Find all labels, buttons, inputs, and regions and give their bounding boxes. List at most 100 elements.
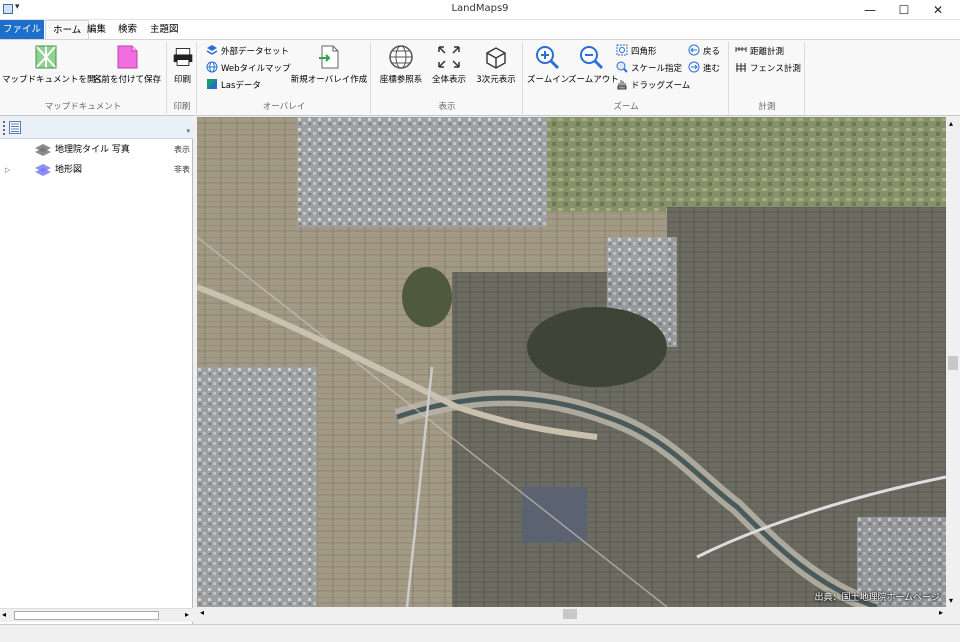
scroll-thumb[interactable] xyxy=(563,609,577,619)
aerial-photo xyxy=(197,117,946,607)
layer-name: 地形図 xyxy=(55,165,83,175)
tab-thematic[interactable]: 主題図 xyxy=(143,20,186,39)
coordinate-reference-button[interactable]: 座標参照系 xyxy=(375,44,427,85)
scale-zoom-label: スケール指定 xyxy=(631,64,683,74)
layer-stack-icon xyxy=(35,164,51,176)
distance-measure-label: 距離計測 xyxy=(750,47,785,57)
window-title: LandMaps9 xyxy=(451,3,509,14)
tab-edit[interactable]: 編集 xyxy=(80,20,113,39)
las-data-button[interactable]: Lasデータ xyxy=(206,78,261,93)
minimize-button[interactable]: — xyxy=(853,0,887,20)
save-as-label: 名前を付けて保存 xyxy=(92,75,161,85)
ribbon: マップドキュメントを開く 名前を付けて保存 マップドキュメント 印刷 印刷 外部… xyxy=(0,39,960,116)
map-horizontal-scrollbar[interactable]: ◂ ▸ xyxy=(197,607,946,621)
back-arrow-icon xyxy=(688,44,700,56)
expand-chevron-icon[interactable]: ▷ xyxy=(5,161,10,179)
close-button[interactable]: ✕ xyxy=(921,0,955,20)
layer-panel-toolbar: ▾ xyxy=(0,117,193,139)
scroll-up-icon[interactable]: ▴ xyxy=(949,119,953,128)
group-overlay: 外部データセット Webタイルマップ Lasデータ 新規オーバレイ作成 オーバレ… xyxy=(198,42,371,114)
rectangle-zoom-button[interactable]: 四角形 xyxy=(616,44,657,59)
ruler-icon xyxy=(735,47,747,52)
scale-zoom-icon xyxy=(616,61,628,73)
group-map-document: マップドキュメントを開く 名前を付けて保存 マップドキュメント xyxy=(0,42,167,114)
layer-name: 地理院タイル 写真 xyxy=(55,145,130,155)
las-data-icon xyxy=(207,79,217,89)
group-display: 座標参照系 全体表示 3次元表示 表示 xyxy=(372,42,523,114)
map-canvas[interactable]: 出典：国土地理院ホームページ xyxy=(197,117,946,607)
forward-button[interactable]: 進む xyxy=(688,61,720,76)
scroll-left-icon[interactable]: ◂ xyxy=(2,610,6,619)
save-as-icon xyxy=(117,45,138,69)
scroll-thumb[interactable] xyxy=(14,611,159,620)
layer-visibility[interactable]: 表示 xyxy=(174,141,190,159)
group-measure: 距離計測 フェンス計測 計測 xyxy=(730,42,805,114)
title-bar: ▾ LandMaps9 — ☐ ✕ xyxy=(0,0,960,20)
zoom-out-button[interactable]: ズームアウト xyxy=(568,44,619,85)
group-label: マップドキュメント xyxy=(44,102,122,112)
full-extent-label: 全体表示 xyxy=(431,75,466,85)
zoom-out-icon xyxy=(580,46,604,70)
scroll-left-icon[interactable]: ◂ xyxy=(200,608,204,617)
scroll-right-icon[interactable]: ▸ xyxy=(939,608,943,617)
zoom-in-button[interactable]: ズームイン xyxy=(527,44,570,85)
fence-measure-button[interactable]: フェンス計測 xyxy=(735,61,801,76)
tab-file[interactable]: ファイル xyxy=(0,20,44,39)
hand-icon xyxy=(617,80,627,90)
view-3d-button[interactable]: 3次元表示 xyxy=(472,44,520,85)
back-label: 戻る xyxy=(703,47,721,57)
tab-search[interactable]: 検索 xyxy=(111,20,144,39)
forward-arrow-icon xyxy=(688,61,700,73)
coordinate-reference-label: 座標参照系 xyxy=(379,75,423,85)
zoom-in-label: ズームイン xyxy=(527,75,570,85)
printer-icon xyxy=(173,48,192,66)
open-map-document-button[interactable]: マップドキュメントを開く xyxy=(2,44,104,85)
stack-icon xyxy=(206,45,218,55)
distance-measure-button[interactable]: 距離計測 xyxy=(735,44,784,59)
web-tile-map-label: Webタイルマップ xyxy=(221,64,291,74)
group-label: 計測 xyxy=(758,102,776,112)
print-button[interactable]: 印刷 xyxy=(170,44,195,85)
fence-icon xyxy=(736,63,746,72)
layer-item[interactable]: 地理院タイル 写真 表示 xyxy=(0,141,193,159)
scale-zoom-button[interactable]: スケール指定 xyxy=(616,61,682,76)
las-data-label: Lasデータ xyxy=(221,81,261,91)
scroll-right-icon[interactable]: ▸ xyxy=(185,610,189,619)
scroll-thumb[interactable] xyxy=(948,356,958,370)
map-credit: 出典：国土地理院ホームページ xyxy=(814,593,940,603)
print-label: 印刷 xyxy=(173,75,191,85)
group-print: 印刷 印刷 xyxy=(168,42,197,114)
grip-icon[interactable] xyxy=(3,121,5,135)
cube-icon xyxy=(486,47,506,69)
drag-zoom-label: ドラッグズーム xyxy=(631,81,691,91)
globe-icon xyxy=(206,61,218,73)
full-extent-button[interactable]: 全体表示 xyxy=(428,44,470,85)
web-tile-map-button[interactable]: Webタイルマップ xyxy=(206,61,291,76)
layer-list-icon[interactable] xyxy=(9,121,21,134)
layer-panel-scrollbar[interactable]: ◂ ▸ xyxy=(0,608,193,622)
globe-grid-icon xyxy=(389,45,413,69)
new-overlay-label: 新規オーバレイ作成 xyxy=(290,75,368,85)
ribbon-tabs: ファイル ホーム 編集 検索 主題図 xyxy=(0,20,960,39)
layer-item[interactable]: ▷ 地形図 非表 xyxy=(0,161,193,179)
fence-measure-label: フェンス計測 xyxy=(750,64,801,74)
new-overlay-icon xyxy=(319,45,339,69)
scroll-down-icon[interactable]: ▾ xyxy=(949,596,953,605)
layer-panel: ▾ 地理院タイル 写真 表示 ▷ 地形図 非表 ◂ ▸ xyxy=(0,117,193,624)
expand-arrows-icon xyxy=(438,46,460,68)
new-overlay-button[interactable]: 新規オーバレイ作成 xyxy=(290,44,368,85)
layer-stack-icon xyxy=(35,144,51,156)
layer-visibility[interactable]: 非表 xyxy=(174,161,190,179)
drag-zoom-button[interactable]: ドラッグズーム xyxy=(616,78,690,93)
status-bar xyxy=(0,624,960,642)
zoom-out-label: ズームアウト xyxy=(568,75,619,85)
map-vertical-scrollbar[interactable]: ▴ ▾ xyxy=(946,117,960,607)
external-dataset-button[interactable]: 外部データセット xyxy=(206,44,289,59)
panel-dropdown-icon[interactable]: ▾ xyxy=(186,127,190,135)
back-button[interactable]: 戻る xyxy=(688,44,720,59)
group-label: オーバレイ xyxy=(262,102,306,112)
group-label: 表示 xyxy=(438,102,456,112)
maximize-button[interactable]: ☐ xyxy=(887,0,921,20)
save-as-button[interactable]: 名前を付けて保存 xyxy=(91,44,163,85)
forward-label: 進む xyxy=(703,64,721,74)
